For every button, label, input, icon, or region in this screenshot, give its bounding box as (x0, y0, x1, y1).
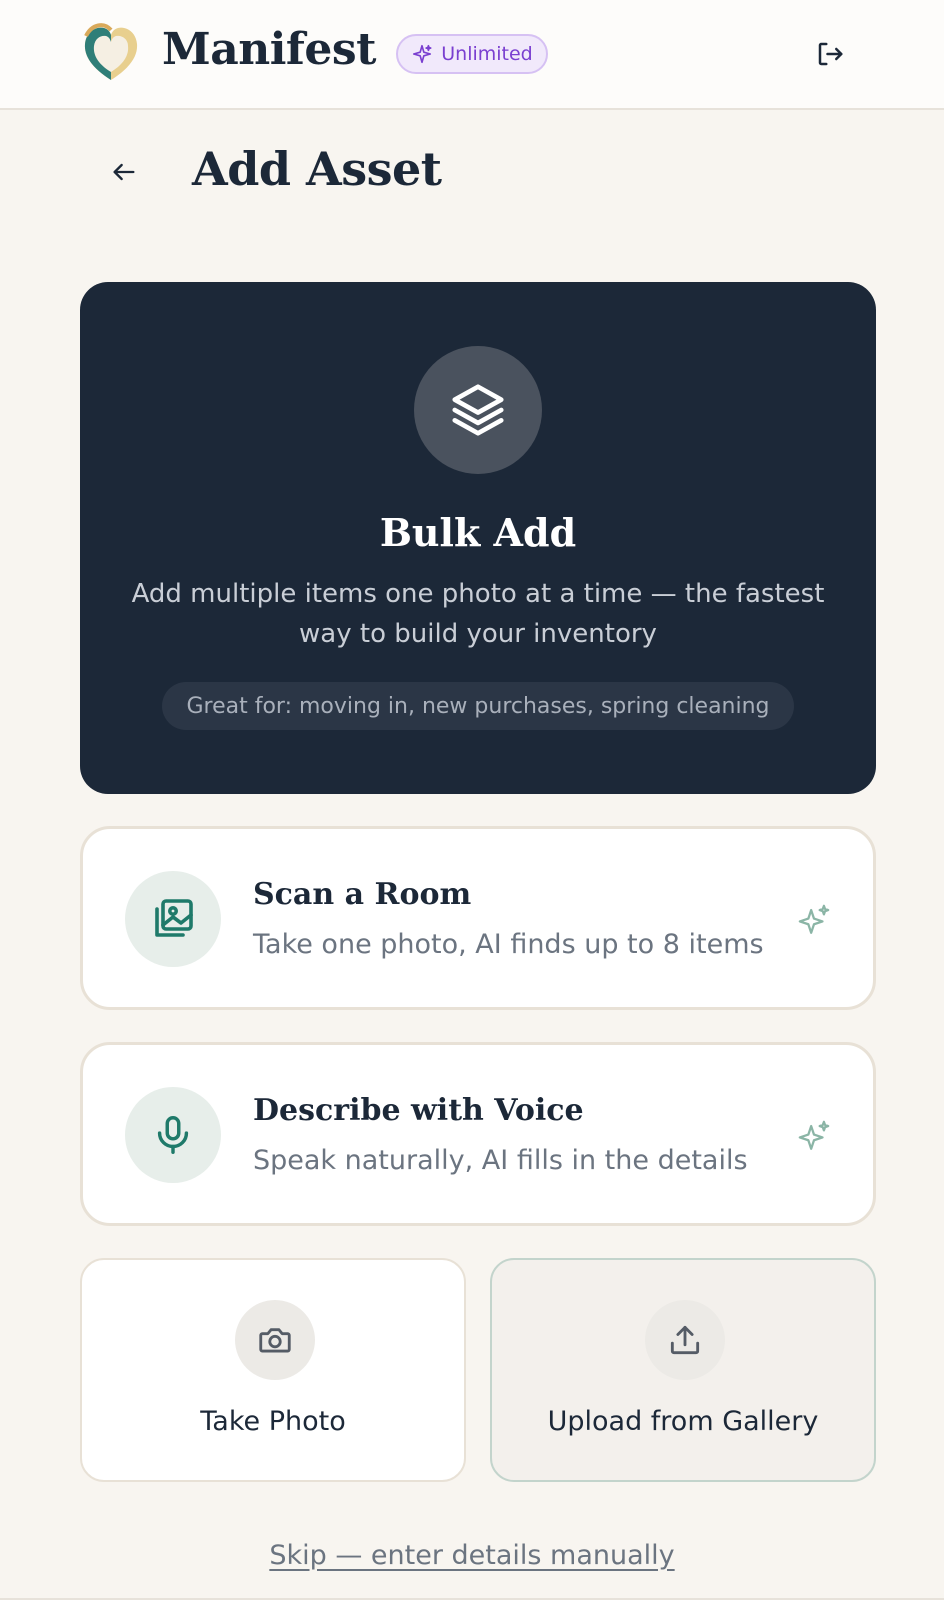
image-gallery-icon (155, 899, 193, 937)
skip-manual-link[interactable]: Skip — enter details manually (0, 1540, 944, 1571)
plan-badge: Unlimited (396, 34, 548, 74)
microphone-icon (157, 1116, 189, 1154)
sparkle-icon (798, 1120, 830, 1150)
bulk-add-use-cases: Great for: moving in, new purchases, spr… (162, 682, 794, 730)
voice-title: Describe with Voice (253, 1093, 584, 1128)
take-photo-label: Take Photo (200, 1406, 346, 1437)
bulk-add-card[interactable]: Bulk Add Add multiple items one photo at… (80, 282, 876, 794)
camera-icon (259, 1328, 291, 1353)
scan-room-subtitle: Take one photo, AI finds up to 8 items (253, 929, 764, 960)
voice-icon-circle (125, 1087, 221, 1183)
scan-room-title: Scan a Room (253, 877, 472, 912)
brand-name: Manifest (162, 24, 376, 75)
logout-icon (818, 42, 843, 66)
take-photo-button[interactable]: Take Photo (80, 1258, 466, 1482)
scan-room-icon-circle (125, 871, 221, 967)
back-button[interactable] (104, 152, 144, 192)
voice-subtitle: Speak naturally, AI fills in the details (253, 1145, 748, 1176)
plan-badge-label: Unlimited (441, 43, 533, 65)
page-title: Add Asset (192, 142, 442, 196)
bulk-add-description: Add multiple items one photo at a time —… (131, 579, 825, 649)
upload-icon (670, 1325, 700, 1355)
bulk-add-title: Bulk Add (379, 510, 577, 555)
sparkle-icon (413, 44, 432, 64)
arrow-left-icon (113, 163, 135, 181)
top-bar: Manifest Unlimited (0, 0, 944, 110)
voice-option[interactable]: Describe with Voice Speak naturally, AI … (80, 1042, 876, 1226)
upload-icon-circle (645, 1300, 725, 1380)
heart-logo-icon (82, 22, 140, 84)
take-photo-icon-circle (235, 1300, 315, 1380)
layers-icon-circle (414, 346, 542, 474)
layers-icon (452, 384, 504, 436)
upload-gallery-label: Upload from Gallery (547, 1406, 819, 1437)
sparkle-icon (798, 904, 830, 934)
logout-button[interactable] (812, 36, 848, 72)
scan-room-option[interactable]: Scan a Room Take one photo, AI finds up … (80, 826, 876, 1010)
upload-gallery-button[interactable]: Upload from Gallery (490, 1258, 876, 1482)
